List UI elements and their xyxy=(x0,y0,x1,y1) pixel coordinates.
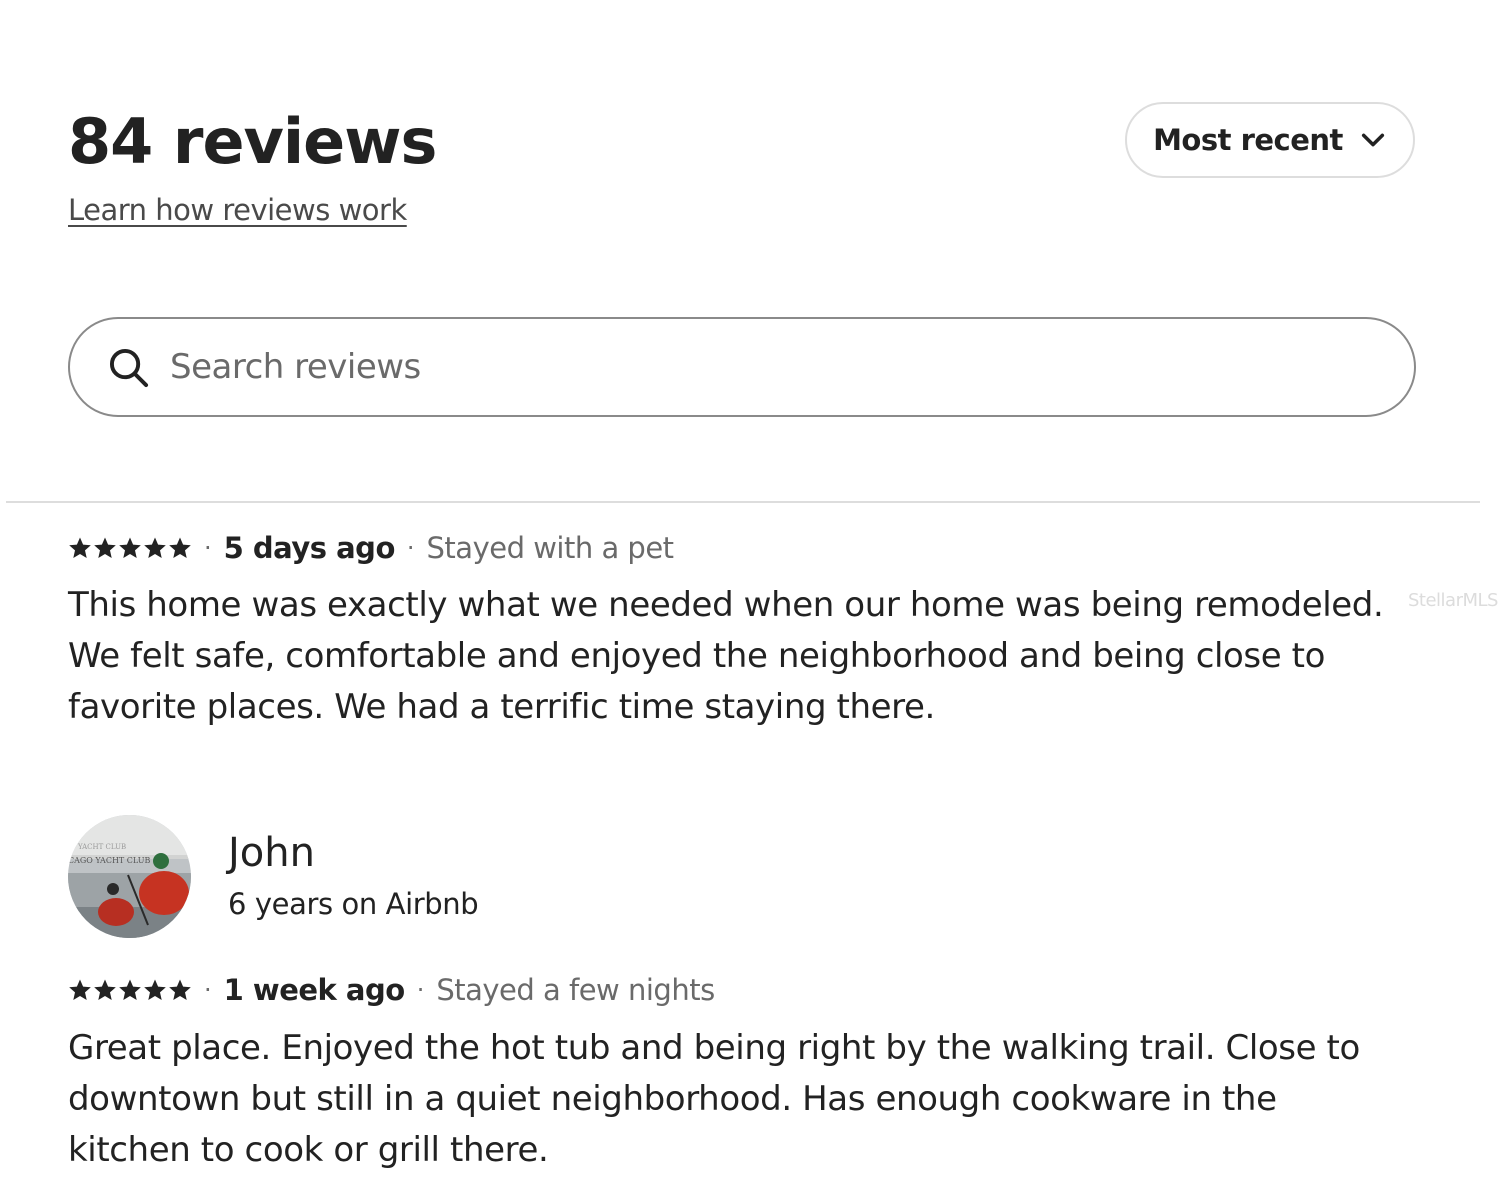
review-text: Great place. Enjoyed the hot tub and bei… xyxy=(68,1028,1360,1170)
section-divider xyxy=(6,501,1480,503)
separator-dot: · xyxy=(416,976,425,1004)
review-meta-row: · 5 days ago · Stayed with a pet xyxy=(68,528,674,568)
stay-type: Stayed with a pet xyxy=(426,531,675,565)
star-icon xyxy=(94,537,116,558)
review-meta-row: · 1 week ago · Stayed a few nights xyxy=(68,970,715,1010)
reviewer-name[interactable]: John xyxy=(228,826,315,880)
search-icon xyxy=(109,348,149,388)
stay-type: Stayed a few nights xyxy=(436,973,715,1007)
review-date: 5 days ago xyxy=(223,531,396,565)
reviewer-tenure: 6 years on Airbnb xyxy=(228,887,479,921)
star-icon xyxy=(119,537,141,558)
svg-text:YACHT CLUB: YACHT CLUB xyxy=(77,843,126,851)
star-icon xyxy=(69,537,91,558)
review-text: This home was exactly what we needed whe… xyxy=(68,585,1384,727)
svg-text:CAGO YACHT CLUB: CAGO YACHT CLUB xyxy=(68,856,151,865)
learn-how-reviews-work-link[interactable]: Learn how reviews work xyxy=(68,190,407,230)
reviewer-photo: YACHT CLUB CAGO YACHT CLUB xyxy=(68,815,191,938)
separator-dot: · xyxy=(204,976,212,1004)
sort-dropdown-button[interactable]: Most recent xyxy=(1125,102,1415,178)
review-date: 1 week ago xyxy=(223,973,406,1007)
star-icon xyxy=(169,979,191,1000)
chevron-down-icon xyxy=(1361,133,1385,147)
watermark: StellarMLS xyxy=(1408,590,1498,611)
star-rating xyxy=(68,978,192,1002)
star-icon xyxy=(69,979,91,1000)
star-icon xyxy=(119,979,141,1000)
star-rating xyxy=(68,536,192,560)
avatar[interactable]: YACHT CLUB CAGO YACHT CLUB xyxy=(68,815,191,938)
star-icon xyxy=(94,979,116,1000)
separator-dot: · xyxy=(406,534,415,562)
search-reviews-box[interactable] xyxy=(68,317,1416,417)
page-title: 84 reviews xyxy=(68,105,437,178)
star-icon xyxy=(169,537,191,558)
star-icon xyxy=(144,537,166,558)
search-input[interactable] xyxy=(170,339,1350,395)
star-icon xyxy=(144,979,166,1000)
sort-label: Most recent xyxy=(1153,123,1343,157)
separator-dot: · xyxy=(204,534,212,562)
